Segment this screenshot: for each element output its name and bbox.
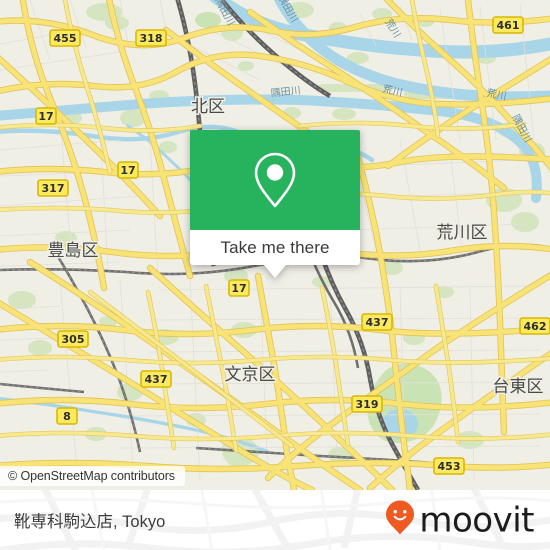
take-me-there-card[interactable]: Take me there — [190, 130, 360, 278]
road-shield: 17 — [35, 107, 57, 125]
road-shield-label: 17 — [231, 282, 246, 295]
moovit-smiley-pin-icon — [385, 500, 415, 541]
osm-attribution[interactable]: © OpenStreetMap contributors — [0, 466, 185, 486]
road-shield: 453 — [433, 457, 465, 475]
moovit-brand[interactable]: moovit — [385, 500, 534, 541]
district-label: 荒川区 — [437, 223, 488, 243]
take-me-there-button[interactable]: Take me there — [190, 230, 360, 265]
road-shield: 437 — [361, 313, 393, 331]
district-label: 文京区 — [225, 365, 276, 385]
road-shield-label: 17 — [38, 110, 53, 123]
road-shield-label: 462 — [524, 320, 547, 333]
road-shield-label: 437 — [145, 373, 168, 386]
moovit-map-screenshot: .land { fill:#efefe6; } .green { fill:#d… — [0, 0, 550, 550]
road-shield-label: 318 — [140, 32, 163, 45]
road-shield-label: 437 — [366, 316, 389, 329]
road-shield-label: 317 — [42, 182, 65, 195]
road-shield: 17 — [117, 161, 139, 179]
road-shield: 461 — [492, 16, 524, 34]
road-shield-label: 17 — [120, 164, 135, 177]
district-label: 台東区 — [493, 377, 544, 397]
road-shield-label: 453 — [438, 460, 461, 473]
road-shield: 319 — [351, 395, 383, 413]
district-label: 豊島区 — [48, 241, 99, 261]
location-pin-icon — [247, 149, 303, 211]
district-label: 北区 — [191, 97, 225, 117]
road-shield: 318 — [135, 29, 167, 47]
place-name-label: 靴専科駒込店, Tokyo — [14, 513, 166, 531]
road-shield: 462 — [519, 317, 550, 335]
road-shield: 317 — [37, 179, 69, 197]
road-shield-label: 305 — [62, 333, 85, 346]
road-shield: 17 — [228, 279, 250, 297]
card-green-panel — [190, 130, 360, 230]
moovit-wordmark: moovit — [419, 500, 534, 540]
road-shield-label: 455 — [54, 32, 77, 45]
road-shield-label: 319 — [356, 398, 379, 411]
road-shield: 455 — [49, 29, 81, 47]
road-shield: 437 — [140, 370, 172, 388]
road-shield-label: 461 — [497, 19, 520, 32]
road-shield: 305 — [57, 330, 89, 348]
footer-bar: 靴専科駒込店, Tokyo moovit — [0, 490, 550, 550]
card-pointer-tail — [264, 265, 286, 278]
road-shield-label: 8 — [63, 410, 71, 423]
road-shield: 8 — [56, 407, 78, 425]
